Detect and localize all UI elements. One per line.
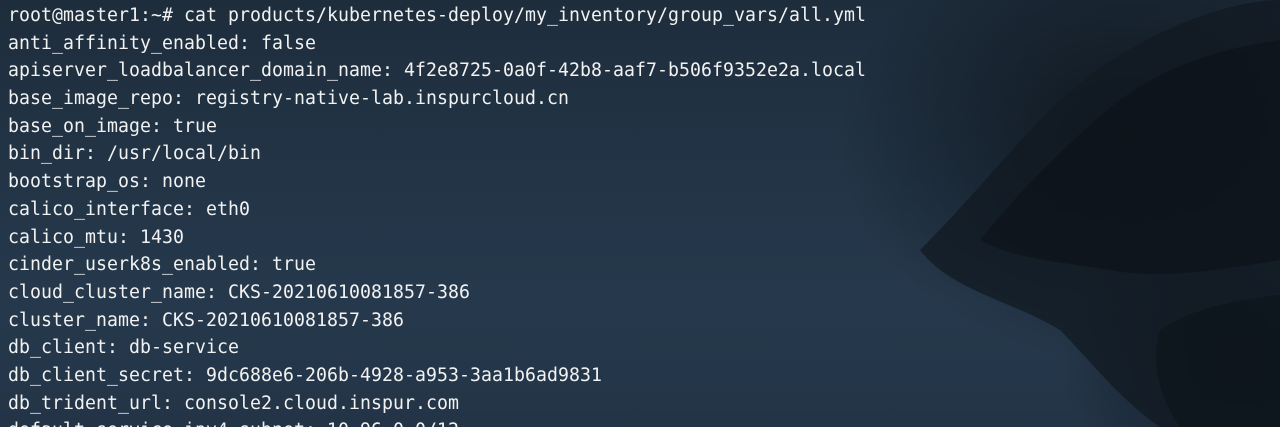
output-line: cluster_name: CKS-20210610081857-386 [8, 309, 404, 331]
output-line: bin_dir: /usr/local/bin [8, 143, 261, 165]
output-line: apiserver_loadbalancer_domain_name: 4f2e… [8, 60, 866, 82]
shell-command: cat products/kubernetes-deploy/my_invent… [184, 5, 866, 26]
output-line: base_on_image: true [8, 115, 217, 137]
terminal-window[interactable]: root@master1:~# cat products/kubernetes-… [0, 0, 1280, 427]
output-line: calico_mtu: 1430 [8, 226, 184, 248]
output-line: bootstrap_os: none [8, 171, 206, 193]
output-line: calico_interface: eth0 [8, 198, 250, 220]
output-line: cloud_cluster_name: CKS-20210610081857-3… [8, 281, 470, 303]
command-line: root@master1:~# cat products/kubernetes-… [8, 2, 1280, 30]
output-line: cinder_userk8s_enabled: true [8, 254, 316, 276]
shell-prompt: root@master1:~# [8, 5, 173, 26]
output-line: base_image_repo: registry-native-lab.ins… [8, 88, 569, 110]
terminal-output: root@master1:~# cat products/kubernetes-… [8, 2, 1280, 427]
output-line: default_service_ipv4_subnet: 10.96.0.0/1… [8, 417, 1280, 427]
output-line: db_trident_url: console2.cloud.inspur.co… [8, 392, 459, 414]
output-line: db_client: db-service [8, 337, 239, 359]
output-line: db_client_secret: 9dc688e6-206b-4928-a95… [8, 364, 602, 386]
output-line: anti_affinity_enabled: false [8, 32, 316, 54]
